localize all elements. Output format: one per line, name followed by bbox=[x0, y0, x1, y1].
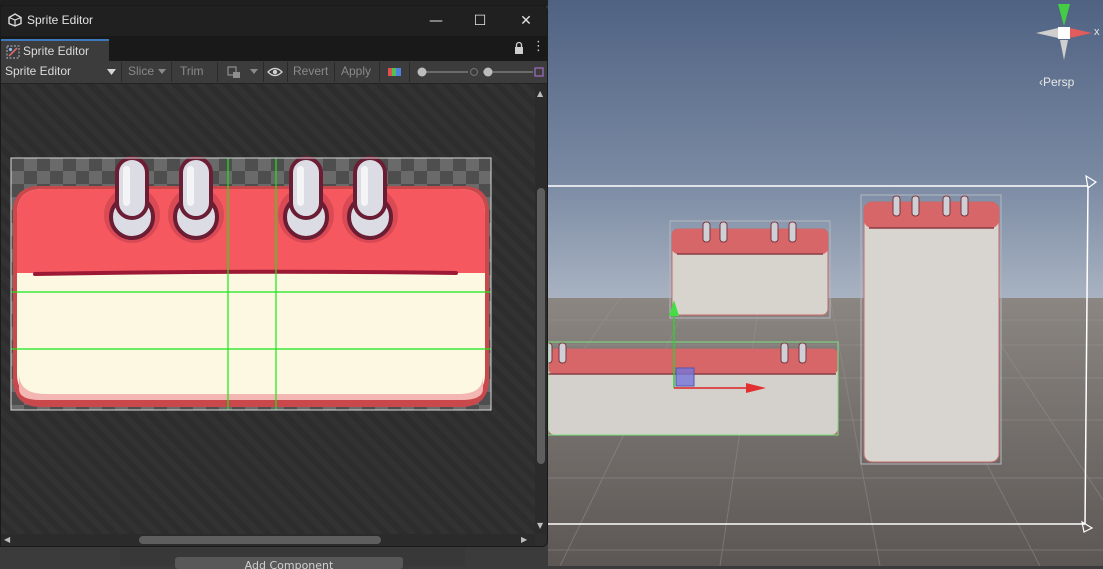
tab-sprite-editor[interactable]: Sprite Editor bbox=[1, 39, 109, 61]
sprite-editor-window: Sprite Editor — ☐ ✕ Sprite Editor ⋮ Spri… bbox=[0, 5, 548, 547]
scroll-right-icon[interactable]: ▶ bbox=[521, 536, 527, 544]
toolbar-divider bbox=[409, 62, 410, 82]
slice-dropdown[interactable]: Slice bbox=[128, 64, 154, 78]
horizontal-scrollbar[interactable]: ◀ ▶ bbox=[1, 534, 535, 546]
eye-icon[interactable] bbox=[267, 67, 283, 77]
unity-logo-icon bbox=[8, 13, 22, 27]
minimize-button[interactable]: — bbox=[420, 10, 452, 32]
scroll-up-icon[interactable]: ▲ bbox=[537, 90, 543, 98]
toolbar-divider bbox=[263, 62, 264, 82]
horizontal-scroll-thumb[interactable] bbox=[139, 536, 381, 544]
trim-button[interactable]: Trim bbox=[180, 64, 204, 78]
scene-view[interactable]: ‹Persp x bbox=[548, 0, 1103, 566]
tab-label: Sprite Editor bbox=[23, 44, 90, 58]
rgb-channel-icon[interactable] bbox=[388, 68, 401, 76]
sprite-preview[interactable] bbox=[1, 84, 535, 534]
vertical-scrollbar[interactable]: ▲ ▼ bbox=[535, 84, 547, 534]
camera-mode-text: ‹Persp bbox=[1039, 75, 1075, 89]
toolbar-divider bbox=[334, 62, 335, 82]
toolbar-divider bbox=[287, 62, 288, 82]
more-options-icon[interactable]: ⋮ bbox=[532, 40, 545, 53]
scroll-down-icon[interactable]: ▼ bbox=[537, 522, 543, 530]
revert-button[interactable]: Revert bbox=[293, 64, 328, 78]
window-title: Sprite Editor bbox=[27, 13, 94, 27]
chevron-down-icon[interactable] bbox=[250, 69, 258, 74]
x-axis-label: x bbox=[1094, 26, 1100, 38]
window-title-bar[interactable]: Sprite Editor — ☐ ✕ bbox=[1, 6, 547, 36]
toolbar-divider bbox=[121, 62, 122, 82]
sprite-canvas[interactable] bbox=[1, 84, 535, 534]
add-component-button[interactable]: Add Component bbox=[175, 557, 403, 569]
chevron-down-icon[interactable] bbox=[158, 69, 166, 74]
notebook-sprite-tall[interactable] bbox=[860, 194, 1002, 465]
tab-bar: Sprite Editor bbox=[1, 36, 547, 61]
close-button[interactable]: ✕ bbox=[510, 10, 542, 32]
scene-canvas[interactable] bbox=[548, 0, 1103, 566]
toolbar-divider bbox=[217, 62, 218, 82]
toolbar-divider bbox=[171, 62, 172, 82]
pivot-mode-icon[interactable] bbox=[227, 66, 241, 79]
vertical-scroll-thumb[interactable] bbox=[537, 188, 545, 464]
mip-level-slider[interactable] bbox=[416, 66, 476, 78]
lock-icon[interactable] bbox=[513, 41, 525, 55]
scroll-left-icon[interactable]: ◀ bbox=[4, 536, 10, 544]
mode-dropdown[interactable]: Sprite Editor bbox=[5, 64, 71, 78]
zoom-slider-icon[interactable] bbox=[469, 66, 545, 78]
sprite-editor-icon bbox=[6, 45, 20, 59]
calendar-sprite-small[interactable] bbox=[669, 220, 831, 319]
toolbar-divider bbox=[379, 62, 380, 82]
calendar-sprite bbox=[13, 156, 489, 407]
chevron-down-icon[interactable] bbox=[107, 69, 116, 75]
apply-button[interactable]: Apply bbox=[341, 64, 371, 78]
sprite-editor-toolbar: Sprite Editor Slice Trim Revert Apply bbox=[1, 61, 547, 84]
maximize-button[interactable]: ☐ bbox=[464, 10, 496, 32]
camera-mode-label[interactable]: ‹Persp bbox=[1039, 75, 1074, 89]
